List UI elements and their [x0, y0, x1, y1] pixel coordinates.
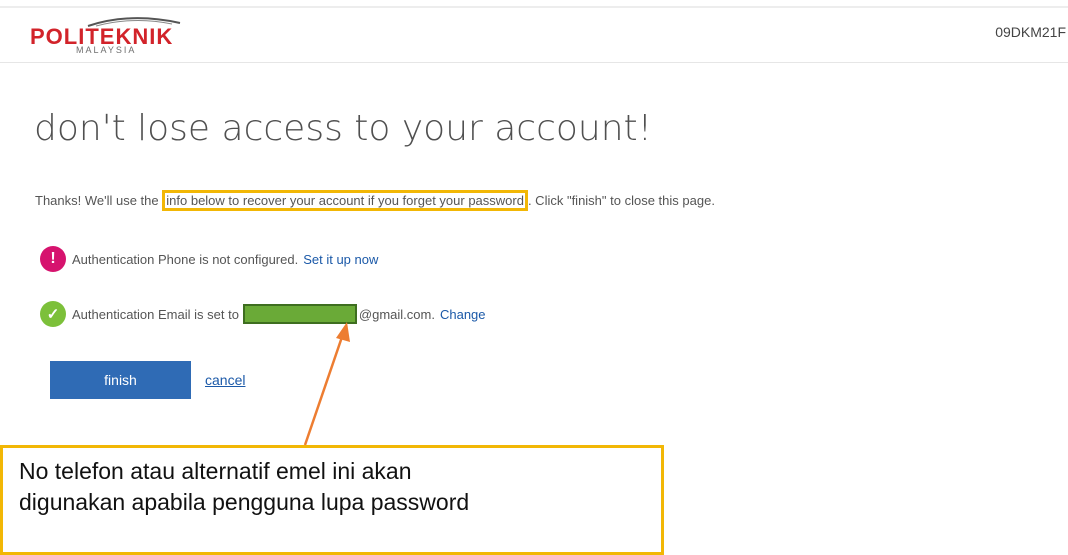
- annotation-line-2: digunakan apabila pengguna lupa password: [19, 489, 470, 515]
- annotation-callout-box: No telefon atau alternatif emel ini akan…: [0, 445, 664, 555]
- annotation-line-1: No telefon atau alternatif emel ini akan: [19, 458, 412, 484]
- annotation-text: No telefon atau alternatif emel ini akan…: [19, 456, 469, 518]
